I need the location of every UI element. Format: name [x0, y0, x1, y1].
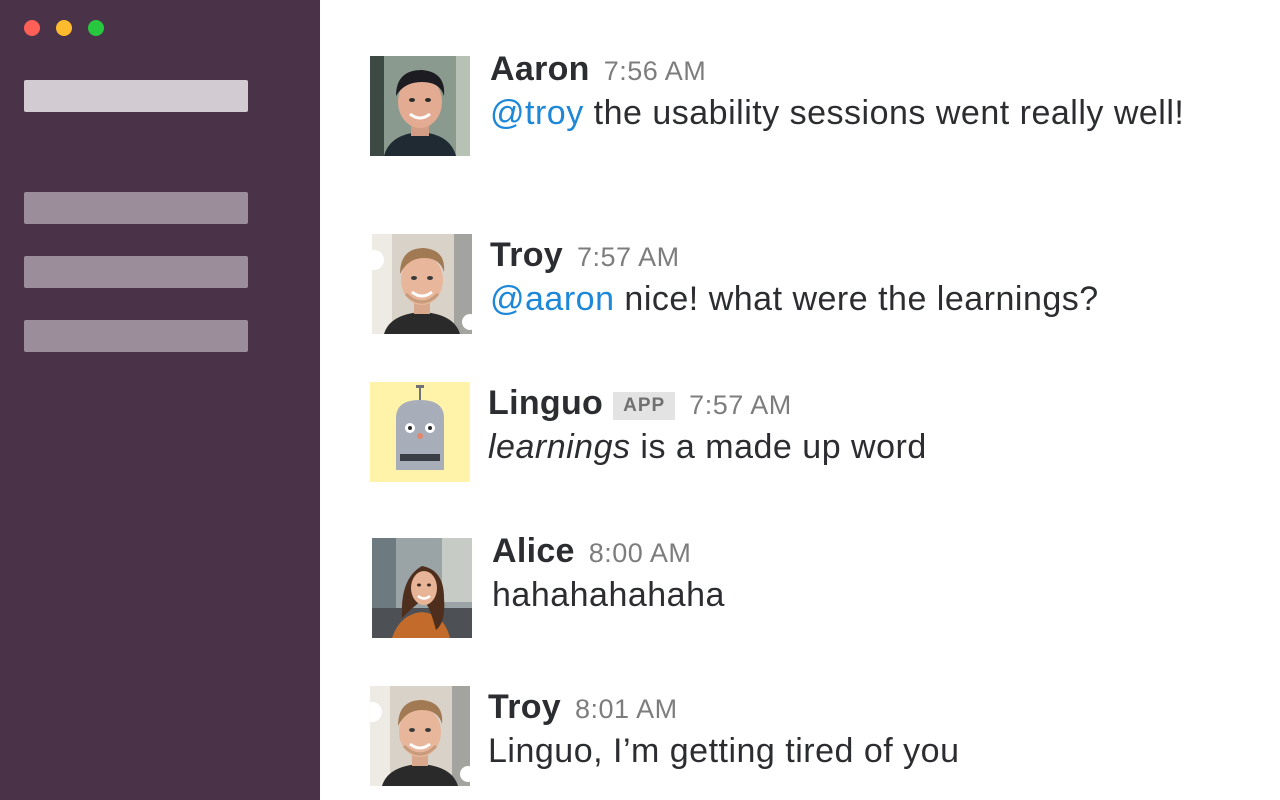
message-body: @troy the usability sessions went really…	[490, 91, 1190, 135]
workspace-name-placeholder[interactable]	[24, 80, 248, 112]
message-text: the usability sessions went really well!	[583, 94, 1185, 132]
message-text: nice! what were the learnings?	[614, 280, 1099, 318]
sidebar-item-placeholder[interactable]	[24, 256, 248, 288]
sidebar-item-placeholder[interactable]	[24, 320, 248, 352]
message-body: Linguo, I’m getting tired of you	[488, 729, 1248, 773]
close-window-button[interactable]	[24, 20, 40, 36]
message-timestamp[interactable]: 7:57 AM	[577, 242, 680, 273]
message-body: learnings is a made up word	[488, 425, 1248, 469]
message-text: hahahahahaha	[492, 576, 725, 614]
message-body: hahahahahaha	[492, 573, 1252, 617]
message-list: Aaron 7:56 AM @troy the usability sessio…	[320, 0, 1280, 800]
author-name[interactable]: Troy	[488, 688, 561, 727]
message-text: is a made up word	[630, 428, 927, 466]
author-name[interactable]: Linguo	[488, 384, 603, 423]
window-controls	[24, 20, 104, 36]
minimize-window-button[interactable]	[56, 20, 72, 36]
avatar[interactable]	[372, 234, 472, 334]
avatar[interactable]	[372, 538, 472, 638]
app-badge: APP	[613, 392, 676, 420]
message-timestamp[interactable]: 7:56 AM	[604, 56, 707, 87]
author-name[interactable]: Alice	[492, 532, 575, 571]
message-body: @aaron nice! what were the learnings?	[490, 277, 1250, 321]
user-mention[interactable]: @aaron	[490, 280, 614, 318]
aaron-avatar-icon	[370, 56, 470, 156]
user-mention[interactable]: @troy	[490, 94, 584, 132]
robot-avatar-icon	[370, 382, 470, 482]
author-name[interactable]: Troy	[490, 236, 563, 275]
troy-avatar-icon	[370, 686, 470, 786]
avatar[interactable]	[370, 382, 470, 482]
avatar[interactable]	[370, 56, 470, 156]
avatar[interactable]	[370, 686, 470, 786]
troy-avatar-icon	[372, 234, 472, 334]
author-name[interactable]: Aaron	[490, 50, 590, 89]
sidebar-item-placeholder[interactable]	[24, 192, 248, 224]
alice-avatar-icon	[372, 538, 472, 638]
message-timestamp[interactable]: 8:00 AM	[589, 538, 692, 569]
message-timestamp[interactable]: 8:01 AM	[575, 694, 678, 725]
zoom-window-button[interactable]	[88, 20, 104, 36]
emphasized-text: learnings	[488, 428, 631, 466]
message-text: Linguo, I’m getting tired of you	[488, 732, 960, 770]
sidebar	[0, 0, 320, 800]
message-timestamp[interactable]: 7:57 AM	[689, 390, 792, 421]
